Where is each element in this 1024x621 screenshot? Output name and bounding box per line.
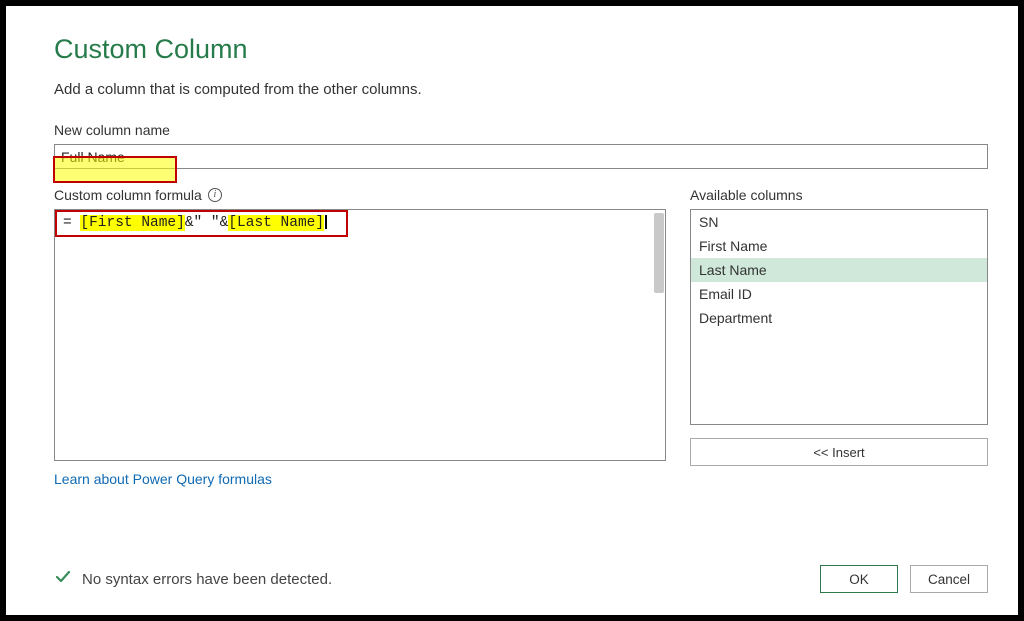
cancel-button[interactable]: Cancel <box>910 565 988 593</box>
formula-label: Custom column formula i <box>54 187 666 203</box>
available-column-item[interactable]: Department <box>691 306 987 330</box>
available-column-item[interactable]: SN <box>691 210 987 234</box>
new-column-name-label: New column name <box>54 122 988 138</box>
formula-editor[interactable]: = [First Name]&" "&[Last Name] <box>54 209 666 461</box>
scrollbar-thumb[interactable] <box>654 213 664 293</box>
status-text: No syntax errors have been detected. <box>82 571 332 588</box>
dialog-footer: No syntax errors have been detected. OK … <box>54 565 988 593</box>
check-icon <box>54 568 72 590</box>
column-ref-last: [Last Name] <box>228 215 324 231</box>
text-caret <box>325 215 327 229</box>
learn-link[interactable]: Learn about Power Query formulas <box>54 471 272 487</box>
dialog-subtitle: Add a column that is computed from the o… <box>54 81 988 98</box>
insert-button[interactable]: << Insert <box>690 438 988 466</box>
dialog-buttons: OK Cancel <box>820 565 988 593</box>
custom-column-dialog: Custom Column Add a column that is compu… <box>6 6 1018 513</box>
info-icon[interactable]: i <box>208 188 222 202</box>
available-columns-label: Available columns <box>690 187 988 203</box>
available-columns-list[interactable]: SN First Name Last Name Email ID Departm… <box>690 209 988 425</box>
available-column-item[interactable]: Email ID <box>691 282 987 306</box>
dialog-title: Custom Column <box>54 34 988 65</box>
status-bar: No syntax errors have been detected. <box>54 568 332 590</box>
available-column-item[interactable]: Last Name <box>691 258 987 282</box>
ok-button[interactable]: OK <box>820 565 898 593</box>
formula-label-text: Custom column formula <box>54 187 202 203</box>
new-column-name-input[interactable] <box>54 144 988 169</box>
column-ref-first: [First Name] <box>80 215 184 231</box>
available-column-item[interactable]: First Name <box>691 234 987 258</box>
new-column-name-section: New column name <box>54 122 988 169</box>
formula-text: = [First Name]&" "&[Last Name] <box>55 210 665 236</box>
